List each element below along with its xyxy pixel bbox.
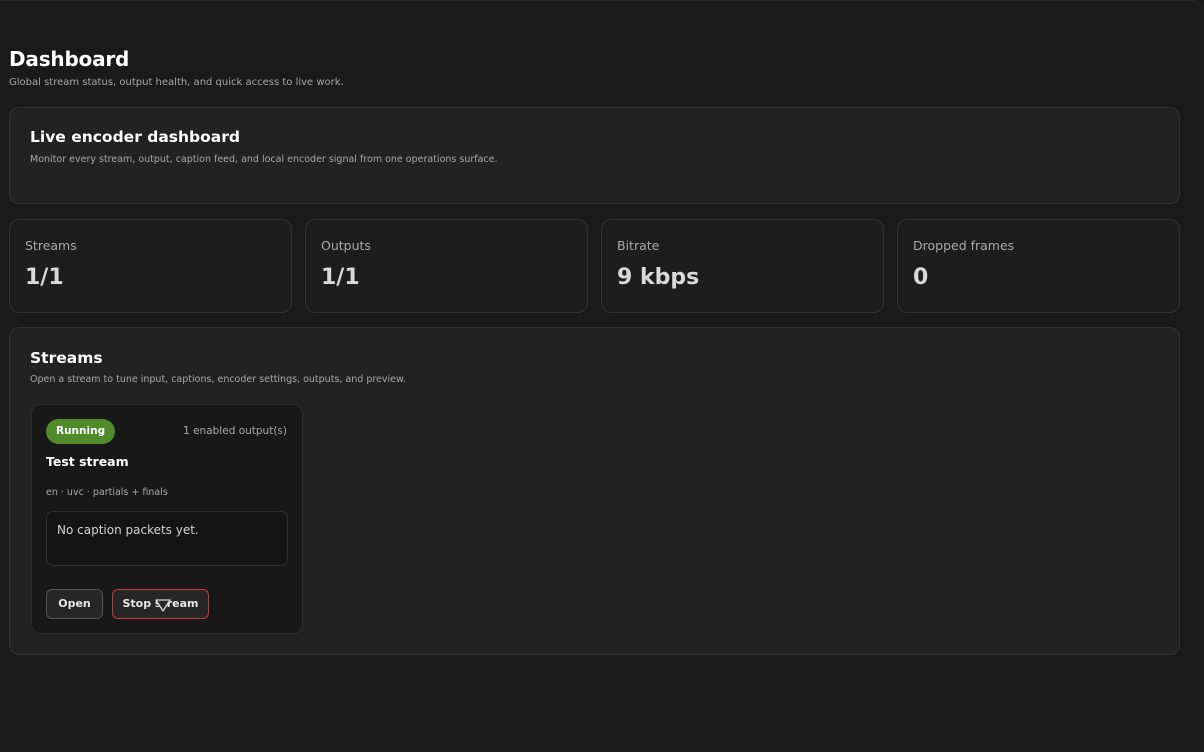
stat-label: Dropped frames — [913, 238, 1015, 253]
enabled-outputs-count: 1 enabled output(s) — [183, 425, 287, 437]
caption-preview: No caption packets yet. — [46, 511, 288, 566]
stat-label: Outputs — [321, 238, 371, 253]
hero-title: Live encoder dashboard — [30, 128, 240, 146]
page-subtitle: Global stream status, output health, and… — [9, 77, 344, 88]
page-title: Dashboard — [9, 47, 130, 71]
status-badge: Running — [46, 419, 116, 444]
stream-meta: en · uvc · partials + finals — [46, 487, 168, 498]
stat-card-outputs: Outputs 1/1 — [305, 219, 588, 313]
stat-value: 9 kbps — [617, 265, 700, 290]
stream-name: Test stream — [46, 454, 129, 469]
stat-card-bitrate: Bitrate 9 kbps — [601, 219, 884, 313]
dashboard-page: Dashboard Global stream status, output h… — [0, 0, 1204, 752]
stat-value: 1/1 — [321, 265, 360, 290]
streams-subtitle: Open a stream to tune input, captions, e… — [30, 374, 406, 385]
stat-value: 1/1 — [25, 265, 64, 290]
stat-label: Streams — [25, 238, 77, 253]
stat-value: 0 — [913, 265, 929, 290]
stat-card-dropped-frames: Dropped frames 0 — [897, 219, 1180, 313]
open-stream-button[interactable]: Open — [46, 589, 103, 619]
hero-card: Live encoder dashboard Monitor every str… — [9, 107, 1180, 204]
hero-subtitle: Monitor every stream, output, caption fe… — [30, 154, 498, 165]
stat-label: Bitrate — [617, 238, 660, 253]
stat-card-streams: Streams 1/1 — [9, 219, 292, 313]
pointer-cursor-icon — [155, 599, 171, 612]
caption-text: No caption packets yet. — [57, 523, 199, 537]
streams-title: Streams — [30, 349, 103, 367]
streams-panel: Streams Open a stream to tune input, cap… — [9, 327, 1180, 655]
page-header: Dashboard Global stream status, output h… — [9, 47, 344, 88]
